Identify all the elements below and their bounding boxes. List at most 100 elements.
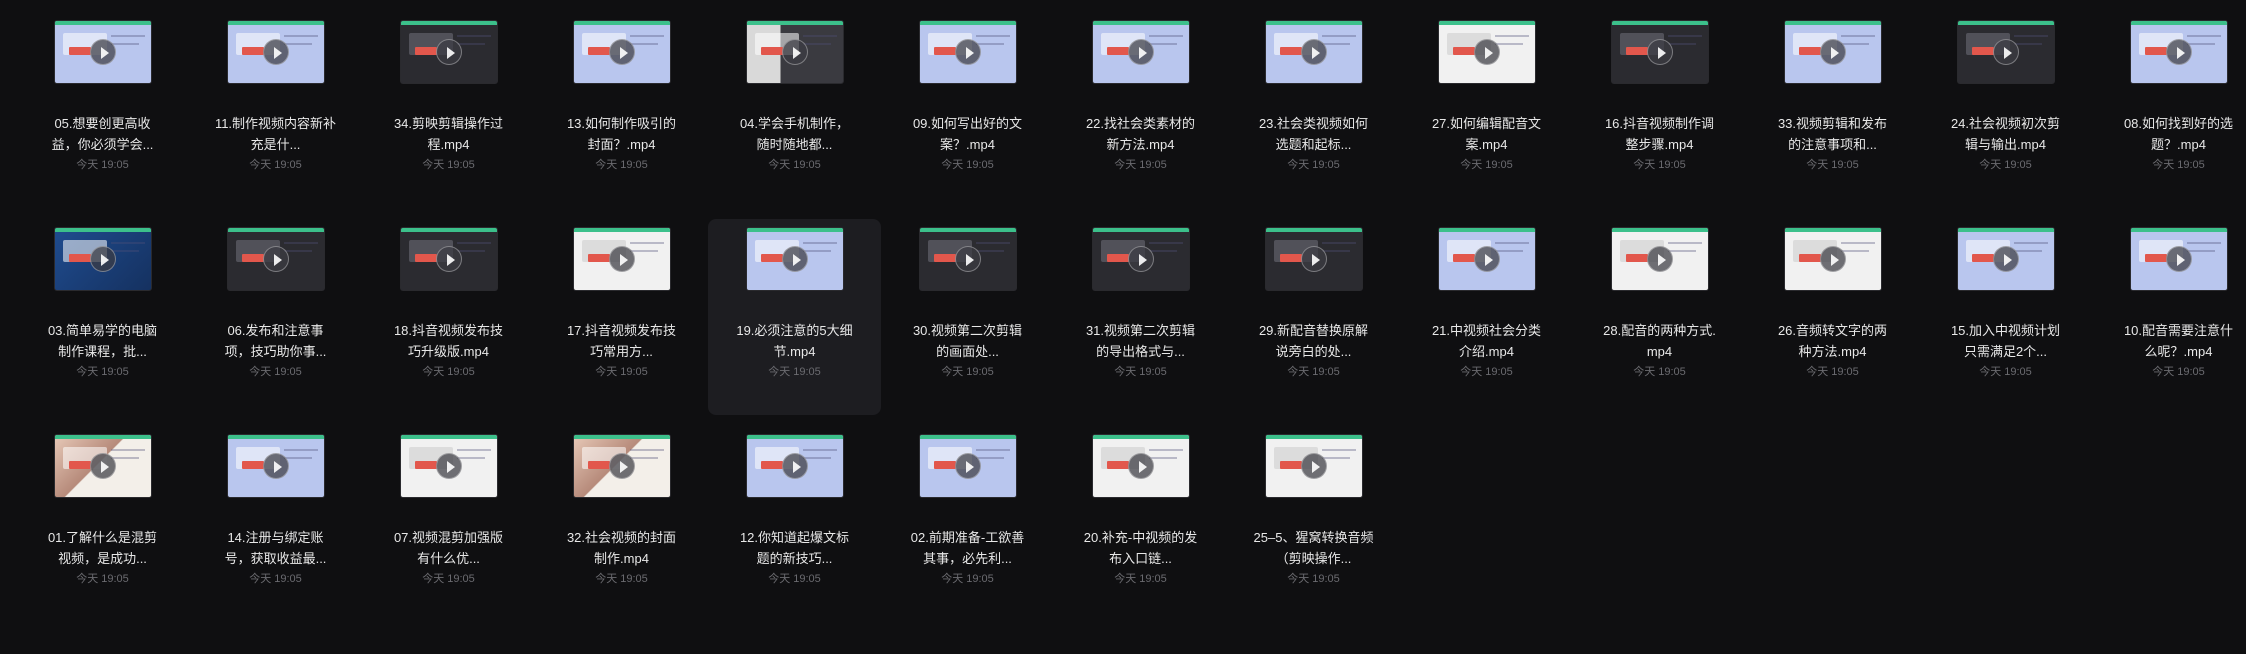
video-file-item[interactable]: 32.社会视频的封面制作.mp4 今天 19:05 — [535, 426, 708, 622]
video-file-item[interactable]: 28.配音的两种方式.mp4 今天 19:05 — [1573, 219, 1746, 415]
video-thumbnail[interactable] — [226, 227, 325, 291]
video-file-item[interactable]: 15.加入中视频计划只需满足2个... 今天 19:05 — [1919, 219, 2092, 415]
video-file-item[interactable]: 25–5、猩窝转换音频（剪映操作... 今天 19:05 — [1227, 426, 1400, 622]
video-thumbnail[interactable] — [1956, 227, 2055, 291]
video-thumbnail[interactable] — [2129, 227, 2228, 291]
video-thumbnail[interactable] — [1437, 20, 1536, 84]
video-file-item[interactable]: 16.抖音视频制作调整步骤.mp4 今天 19:05 — [1573, 12, 1746, 208]
video-file-item[interactable]: 04.学会手机制作，随时随地都... 今天 19:05 — [708, 12, 881, 208]
video-file-item[interactable]: 24.社会视频初次剪辑与输出.mp4 今天 19:05 — [1919, 12, 2092, 208]
video-file-item[interactable]: 10.配音需要注意什么呢？.mp4 今天 19:05 — [2092, 219, 2246, 415]
play-icon[interactable] — [262, 453, 289, 479]
video-file-item[interactable]: 34.剪映剪辑操作过程.mp4 今天 19:05 — [362, 12, 535, 208]
play-icon[interactable] — [608, 39, 635, 65]
video-thumbnail[interactable] — [1091, 20, 1190, 84]
video-file-item[interactable]: 33.视频剪辑和发布的注意事项和... 今天 19:05 — [1746, 12, 1919, 208]
video-thumbnail[interactable] — [1783, 227, 1882, 291]
video-file-item[interactable]: 12.你知道起爆文标题的新技巧... 今天 19:05 — [708, 426, 881, 622]
play-icon[interactable] — [608, 453, 635, 479]
play-icon[interactable] — [435, 39, 462, 65]
video-thumbnail[interactable] — [1610, 20, 1709, 84]
video-thumbnail[interactable] — [745, 434, 844, 498]
video-file-item[interactable]: 01.了解什么是混剪视频，是成功... 今天 19:05 — [16, 426, 189, 622]
play-icon[interactable] — [608, 246, 635, 272]
video-file-item[interactable]: 30.视频第二次剪辑的画面处... 今天 19:05 — [881, 219, 1054, 415]
video-file-item[interactable]: 23.社会类视频如何选题和起标... 今天 19:05 — [1227, 12, 1400, 208]
video-file-item[interactable]: 06.发布和注意事项，技巧助你事... 今天 19:05 — [189, 219, 362, 415]
video-file-item[interactable]: 26.音频转文字的两种方法.mp4 今天 19:05 — [1746, 219, 1919, 415]
play-icon[interactable] — [1473, 246, 1500, 272]
play-icon[interactable] — [1819, 246, 1846, 272]
video-file-item[interactable]: 31.视频第二次剪辑的导出格式与... 今天 19:05 — [1054, 219, 1227, 415]
play-icon[interactable] — [954, 453, 981, 479]
video-thumbnail[interactable] — [1264, 20, 1363, 84]
video-thumbnail[interactable] — [1091, 434, 1190, 498]
video-file-item[interactable]: 22.找社会类素材的新方法.mp4 今天 19:05 — [1054, 12, 1227, 208]
play-icon[interactable] — [781, 453, 808, 479]
video-thumbnail[interactable] — [226, 20, 325, 84]
play-icon[interactable] — [1127, 39, 1154, 65]
video-thumbnail[interactable] — [53, 434, 152, 498]
play-icon[interactable] — [2165, 246, 2192, 272]
play-icon[interactable] — [1992, 246, 2019, 272]
play-icon[interactable] — [89, 246, 116, 272]
video-thumbnail[interactable] — [53, 227, 152, 291]
video-file-item[interactable]: 14.注册与绑定账号，获取收益最... 今天 19:05 — [189, 426, 362, 622]
play-icon[interactable] — [1300, 246, 1327, 272]
video-file-item[interactable]: 20.补充-中视频的发布入口链... 今天 19:05 — [1054, 426, 1227, 622]
play-icon[interactable] — [1127, 453, 1154, 479]
video-thumbnail[interactable] — [572, 434, 671, 498]
video-thumbnail[interactable] — [53, 20, 152, 84]
video-file-item[interactable]: 19.必须注意的5大细节.mp4 今天 19:05 — [708, 219, 881, 415]
play-icon[interactable] — [1300, 39, 1327, 65]
video-thumbnail[interactable] — [226, 434, 325, 498]
video-thumbnail[interactable] — [1610, 227, 1709, 291]
video-thumbnail[interactable] — [1783, 20, 1882, 84]
video-file-item[interactable]: 08.如何找到好的选题？.mp4 今天 19:05 — [2092, 12, 2246, 208]
video-thumbnail[interactable] — [745, 20, 844, 84]
play-icon[interactable] — [89, 453, 116, 479]
play-icon[interactable] — [1646, 39, 1673, 65]
video-thumbnail[interactable] — [1264, 434, 1363, 498]
video-file-item[interactable]: 09.如何写出好的文案？.mp4 今天 19:05 — [881, 12, 1054, 208]
video-file-item[interactable]: 29.新配音替换原解说旁白的处... 今天 19:05 — [1227, 219, 1400, 415]
video-thumbnail[interactable] — [1956, 20, 2055, 84]
video-thumbnail[interactable] — [918, 20, 1017, 84]
play-icon[interactable] — [1992, 39, 2019, 65]
play-icon[interactable] — [781, 39, 808, 65]
video-thumbnail[interactable] — [1264, 227, 1363, 291]
video-thumbnail[interactable] — [1091, 227, 1190, 291]
video-thumbnail[interactable] — [399, 434, 498, 498]
play-icon[interactable] — [954, 39, 981, 65]
play-icon[interactable] — [1646, 246, 1673, 272]
video-file-item[interactable]: 18.抖音视频发布技巧升级版.mp4 今天 19:05 — [362, 219, 535, 415]
video-file-item[interactable]: 02.前期准备-工欲善其事，必先利... 今天 19:05 — [881, 426, 1054, 622]
play-icon[interactable] — [262, 246, 289, 272]
video-file-item[interactable]: 27.如何编辑配音文案.mp4 今天 19:05 — [1400, 12, 1573, 208]
video-thumbnail[interactable] — [745, 227, 844, 291]
video-thumbnail[interactable] — [918, 227, 1017, 291]
video-thumbnail[interactable] — [399, 20, 498, 84]
play-icon[interactable] — [435, 453, 462, 479]
play-icon[interactable] — [781, 246, 808, 272]
play-icon[interactable] — [1473, 39, 1500, 65]
video-thumbnail[interactable] — [2129, 20, 2228, 84]
video-file-item[interactable]: 11.制作视频内容新补充是什... 今天 19:05 — [189, 12, 362, 208]
video-file-item[interactable]: 03.简单易学的电脑制作课程，批... 今天 19:05 — [16, 219, 189, 415]
play-icon[interactable] — [435, 246, 462, 272]
video-thumbnail[interactable] — [572, 20, 671, 84]
video-thumbnail[interactable] — [572, 227, 671, 291]
video-thumbnail[interactable] — [1437, 227, 1536, 291]
video-file-item[interactable]: 05.想要创更高收益，你必须学会... 今天 19:05 — [16, 12, 189, 208]
play-icon[interactable] — [1819, 39, 1846, 65]
play-icon[interactable] — [954, 246, 981, 272]
video-thumbnail[interactable] — [918, 434, 1017, 498]
video-file-item[interactable]: 07.视频混剪加强版有什么优... 今天 19:05 — [362, 426, 535, 622]
play-icon[interactable] — [1127, 246, 1154, 272]
video-file-item[interactable]: 13.如何制作吸引的封面？.mp4 今天 19:05 — [535, 12, 708, 208]
play-icon[interactable] — [2165, 39, 2192, 65]
video-thumbnail[interactable] — [399, 227, 498, 291]
video-file-item[interactable]: 17.抖音视频发布技巧常用方... 今天 19:05 — [535, 219, 708, 415]
video-file-item[interactable]: 21.中视频社会分类介绍.mp4 今天 19:05 — [1400, 219, 1573, 415]
play-icon[interactable] — [89, 39, 116, 65]
